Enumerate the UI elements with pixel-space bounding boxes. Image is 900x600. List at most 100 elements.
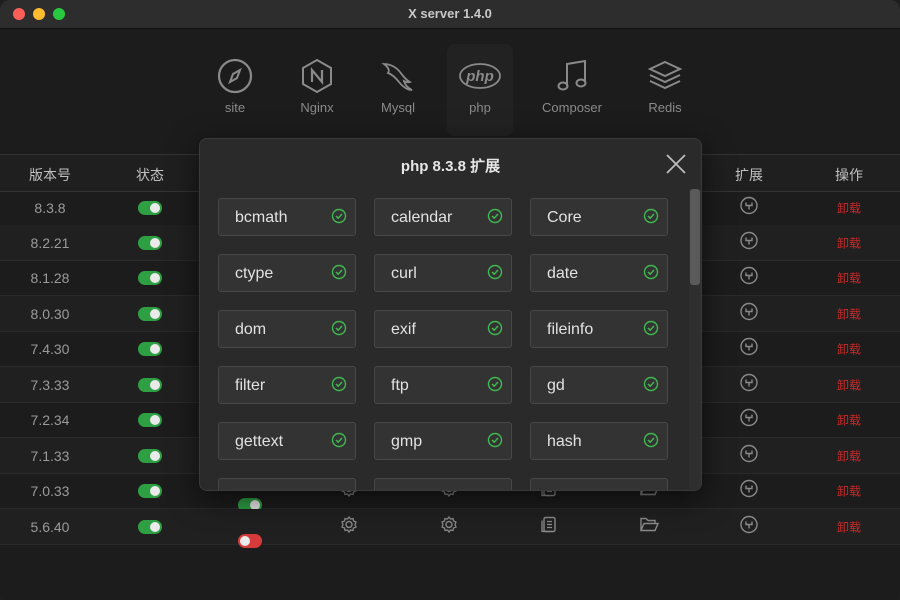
tool-label: Redis (648, 100, 682, 115)
uninstall-button[interactable]: 卸载 (837, 447, 861, 464)
extension-name: curl (391, 265, 417, 282)
check-circle-icon (487, 208, 503, 224)
version-label: 7.1.33 (30, 447, 70, 464)
extensions-button[interactable] (740, 444, 758, 467)
status-toggle[interactable] (138, 306, 162, 321)
extension-item[interactable]: gettext (218, 422, 356, 460)
plug-icon (740, 231, 758, 249)
plug-icon (740, 479, 758, 497)
uninstall-button[interactable]: 卸载 (837, 340, 861, 357)
modal-scrollbar[interactable] (689, 189, 701, 489)
status-toggle[interactable] (138, 200, 162, 215)
status-toggle[interactable] (138, 448, 162, 463)
settings-button[interactable] (440, 515, 458, 538)
service-toolbar: site Nginx Mysql php php Composer Redis (0, 44, 900, 136)
check-circle-icon (643, 264, 659, 280)
plug-icon (740, 337, 758, 355)
extension-item[interactable]: calendar (374, 198, 512, 236)
status-toggle[interactable] (138, 519, 162, 534)
status-toggle[interactable] (138, 412, 162, 427)
window-title: X server 1.4.0 (408, 6, 492, 21)
status-toggle[interactable] (138, 235, 162, 250)
layers-icon (647, 60, 683, 90)
extension-item[interactable]: bcmath (218, 198, 356, 236)
header-extensions: 扩展 (735, 167, 763, 183)
extension-item[interactable] (374, 478, 512, 490)
extensions-button[interactable] (740, 302, 758, 325)
extensions-button[interactable] (740, 479, 758, 502)
scrollbar-thumb[interactable] (690, 189, 700, 285)
tool-composer[interactable]: Composer (539, 44, 605, 136)
uninstall-button[interactable]: 卸载 (837, 305, 861, 322)
header-version: 版本号 (29, 167, 71, 183)
status-toggle[interactable] (138, 483, 162, 498)
extensions-button[interactable] (740, 515, 758, 538)
uninstall-button[interactable]: 卸载 (837, 518, 861, 535)
extension-item[interactable]: exif (374, 310, 512, 348)
php-icon: php (459, 63, 501, 89)
check-circle-icon (331, 432, 347, 448)
extensions-button[interactable] (740, 373, 758, 396)
settings-button[interactable] (340, 515, 358, 538)
version-label: 7.2.34 (30, 411, 70, 428)
extensions-modal: php 8.3.8 扩展 bcmath calendar Core ctype (199, 138, 702, 491)
tool-redis[interactable]: Redis (632, 44, 698, 136)
extension-item[interactable]: dom (218, 310, 356, 348)
version-label: 5.6.40 (30, 518, 70, 535)
svg-text:php: php (465, 68, 494, 85)
extensions-button[interactable] (740, 337, 758, 360)
open-folder-button[interactable] (639, 515, 660, 538)
extensions-button[interactable] (740, 408, 758, 431)
extensions-button[interactable] (740, 266, 758, 289)
uninstall-button[interactable]: 卸载 (837, 234, 861, 251)
plug-icon (740, 408, 758, 426)
uninstall-button[interactable]: 卸载 (837, 376, 861, 393)
extension-item[interactable]: Core (530, 198, 668, 236)
uninstall-button[interactable]: 卸载 (837, 199, 861, 216)
version-label: 8.2.21 (30, 234, 70, 251)
version-label: 8.0.30 (30, 305, 70, 322)
extension-item[interactable]: gd (530, 366, 668, 404)
uninstall-button[interactable]: 卸载 (837, 411, 861, 428)
extensions-button[interactable] (740, 196, 758, 219)
extension-name: ftp (391, 377, 409, 394)
extension-item[interactable]: fileinfo (530, 310, 668, 348)
extension-item[interactable]: date (530, 254, 668, 292)
check-circle-icon (643, 376, 659, 392)
extension-name: hash (547, 433, 582, 450)
tool-nginx[interactable]: Nginx (284, 44, 350, 136)
tool-mysql[interactable]: Mysql (365, 44, 431, 136)
check-circle-icon (487, 320, 503, 336)
status-toggle[interactable] (138, 270, 162, 285)
check-circle-icon (331, 320, 347, 336)
check-circle-icon (643, 432, 659, 448)
close-modal-button[interactable] (663, 151, 689, 177)
check-circle-icon (331, 208, 347, 224)
extension-item[interactable]: gmp (374, 422, 512, 460)
check-circle-icon (643, 208, 659, 224)
log-button[interactable] (540, 515, 558, 538)
nginx-icon (302, 58, 332, 94)
status-toggle[interactable] (138, 341, 162, 356)
version-label: 8.3.8 (34, 199, 66, 216)
extension-item[interactable]: ftp (374, 366, 512, 404)
uninstall-button[interactable]: 卸载 (837, 269, 861, 286)
title-bar: X server 1.4.0 (0, 0, 900, 29)
uninstall-button[interactable]: 卸载 (837, 482, 861, 499)
extension-item[interactable]: hash (530, 422, 668, 460)
gear-icon (441, 515, 457, 533)
service-toggle[interactable] (238, 533, 262, 548)
extensions-button[interactable] (740, 231, 758, 254)
tool-site[interactable]: site (202, 44, 268, 136)
extension-item[interactable]: filter (218, 366, 356, 404)
version-label: 7.4.30 (30, 340, 70, 357)
check-circle-icon (487, 264, 503, 280)
extension-item[interactable] (218, 478, 356, 490)
status-toggle[interactable] (138, 377, 162, 392)
tool-php[interactable]: php php (447, 44, 513, 136)
extension-name: bcmath (235, 209, 288, 226)
extension-item[interactable]: curl (374, 254, 512, 292)
extension-item[interactable] (530, 478, 668, 490)
extension-item[interactable]: ctype (218, 254, 356, 292)
extension-name: calendar (391, 209, 453, 226)
